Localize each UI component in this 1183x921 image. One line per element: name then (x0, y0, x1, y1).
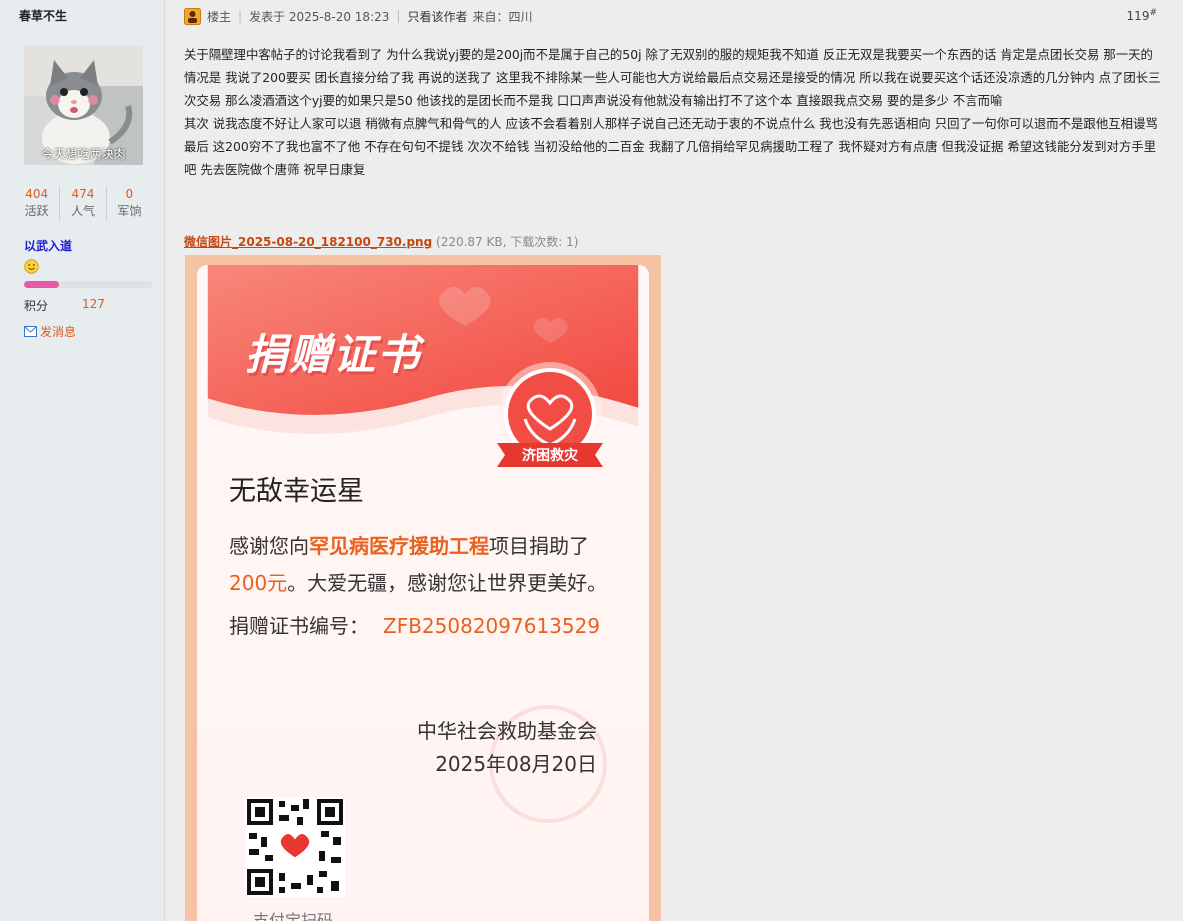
stat-pay[interactable]: 0 军饷 (107, 186, 152, 220)
user-sidebar: 春草不生 今天想吃两块肉 404 活跃 474 人气 0 军饷 以武入道 积分 … (0, 0, 165, 921)
user-rank[interactable]: 以武入道 (24, 237, 72, 254)
post-paragraph: 关于隔壁理中客帖子的讨论我看到了 为什么我说yj要的是200j而不是属于自己的5… (184, 47, 1161, 108)
certificate-number-label: 捐赠证书编号： (229, 614, 369, 638)
username[interactable]: 春草不生 (19, 7, 67, 24)
thanks-line-2: 200元。大爱无疆，感谢您让世界更美好。 (229, 567, 607, 596)
send-message-label: 发消息 (40, 325, 77, 339)
blessing-text: 。大爱无疆，感谢您让世界更美好。 (287, 571, 608, 595)
op-icon (184, 7, 201, 25)
stat-activity-value: 404 (25, 187, 49, 201)
thanks-suffix: 项目捐助了 (489, 534, 589, 558)
certificate-title: 捐赠证书 (245, 330, 422, 379)
heart-hands-icon (497, 362, 603, 467)
stat-pay-label: 军饷 (117, 204, 142, 218)
donation-amount: 200元 (229, 571, 288, 595)
attachment: 微信图片_2025-08-20_182100_730.png (220.87 K… (184, 233, 578, 250)
stat-popularity[interactable]: 474 人气 (60, 186, 107, 220)
foundation-name: 中华社会救助基金会 (417, 719, 597, 743)
post-meta: 楼主 | 发表于 2025-8-20 18:23 | 只看该作者 来自：四川 (184, 7, 532, 25)
avatar[interactable]: 今天想吃两块肉 (24, 46, 143, 165)
attachment-link[interactable]: 微信图片_2025-08-20_182100_730.png (184, 235, 432, 249)
send-message-button[interactable]: 发消息 (24, 323, 76, 340)
attachment-info: (220.87 KB, 下载次数: 1) (436, 235, 579, 249)
user-points: 积分 127 (24, 297, 105, 314)
post-body: 关于隔壁理中客帖子的讨论我看到了 为什么我说yj要的是200j而不是属于自己的5… (184, 43, 1164, 181)
separator: | (396, 9, 401, 23)
post-location: 来自：四川 (472, 9, 533, 24)
qr-code-icon[interactable] (245, 797, 345, 897)
level-progress-fill (24, 281, 59, 288)
points-value: 127 (82, 297, 105, 311)
thanks-prefix: 感谢您向 (229, 534, 309, 558)
badge-label: 济困救灾 (522, 448, 578, 464)
op-label: 楼主 (207, 9, 232, 24)
post-paragraph: 最后 这200穷不了我也富不了他 不存在句句不提钱 次次不给钱 当初没给他的二百… (184, 139, 1157, 177)
points-label: 积分 (24, 299, 49, 313)
stat-activity[interactable]: 404 活跃 (14, 186, 61, 220)
donation-certificate-image[interactable]: 捐赠证书 济困救灾 无敌幸运星 感谢您向罕见病医疗援助工程项目捐助了 200元。… (185, 255, 661, 921)
stat-activity-label: 活跃 (24, 204, 49, 218)
thanks-line-1: 感谢您向罕见病医疗援助工程项目捐助了 (229, 530, 589, 559)
floor-mark: # (1149, 8, 1157, 18)
certificate-number: ZFB25082097613529 (383, 614, 601, 638)
floor-number[interactable]: 119# (1127, 8, 1157, 23)
stat-popularity-value: 474 (71, 187, 95, 201)
stat-popularity-label: 人气 (70, 204, 95, 218)
post-content: 楼主 | 发表于 2025-8-20 18:23 | 只看该作者 来自：四川 1… (165, 0, 1183, 921)
certificate-number-row: 捐赠证书编号： ZFB25082097613529 (229, 610, 600, 639)
rescue-badge: 济困救灾 (489, 359, 611, 489)
smiley-icon (24, 259, 39, 277)
post-date: 发表于 2025-8-20 18:23 (249, 9, 390, 24)
avatar-caption: 今天想吃两块肉 (41, 147, 126, 161)
post-paragraph: 其次 说我态度不好让人家可以退 稍微有点脾气和骨气的人 应该不会看着别人那样子说… (184, 116, 1158, 131)
envelope-icon (24, 326, 37, 337)
project-name: 罕见病医疗援助工程 (309, 534, 489, 558)
qr-label: 支付宝扫码 (253, 911, 334, 921)
floor-value: 119 (1126, 9, 1150, 23)
recipient-name: 无敌幸运星 (229, 476, 364, 507)
certificate-date: 2025年08月20日 (435, 752, 597, 776)
only-author-link[interactable]: 只看该作者 (407, 8, 467, 25)
stat-pay-value: 0 (125, 187, 134, 201)
level-progress-bar (24, 281, 153, 288)
certificate-card: 捐赠证书 济困救灾 无敌幸运星 感谢您向罕见病医疗援助工程项目捐助了 200元。… (197, 265, 649, 921)
user-stats: 404 活跃 474 人气 0 军饷 (14, 186, 152, 220)
separator: | (238, 9, 243, 23)
